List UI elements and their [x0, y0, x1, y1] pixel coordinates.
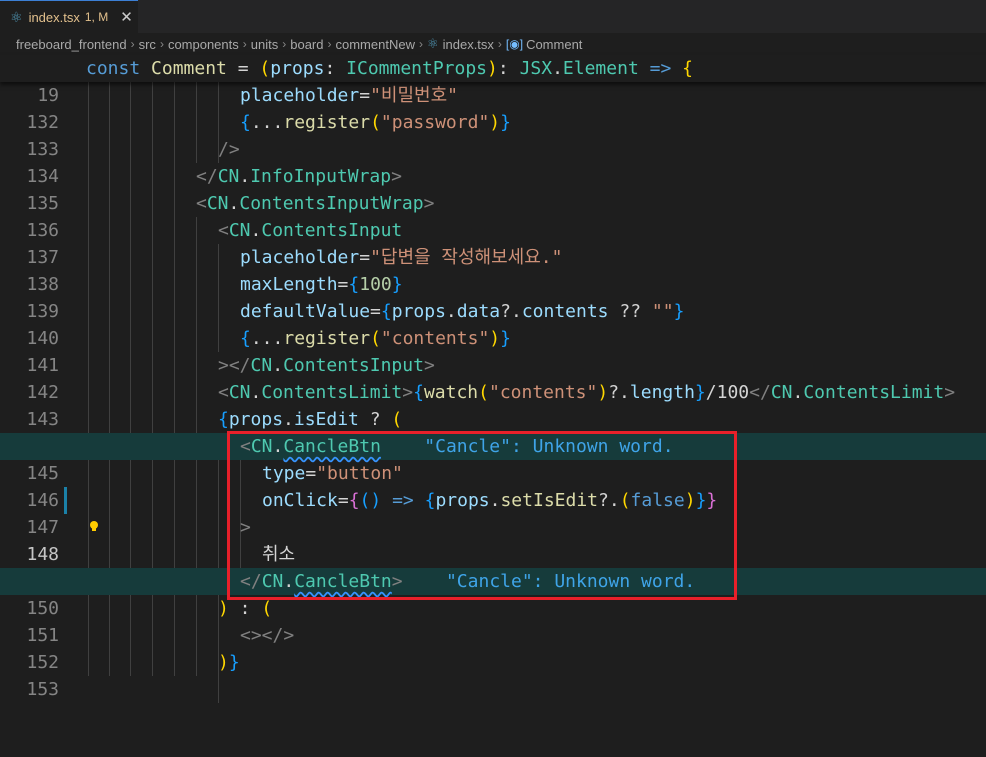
code-text: <></> [240, 625, 295, 646]
chevron-right-icon: › [497, 37, 502, 51]
code-line[interactable]: 138 placeholder="답변을 작성해보세요." [0, 244, 986, 295]
breadcrumb-item[interactable]: units [251, 37, 278, 52]
code-text: const Comment = (props: ICommentProps): … [86, 58, 693, 79]
chevron-right-icon: › [242, 37, 247, 51]
breadcrumb-item[interactable]: commentNew [335, 37, 414, 52]
chevron-right-icon: › [418, 37, 423, 51]
code-text: /> [218, 139, 240, 160]
tab-status: 1, M [84, 10, 109, 24]
code-line[interactable]: 137 <CN.ContentsInput [0, 217, 986, 268]
react-icon: ⚛ [10, 8, 23, 25]
chevron-right-icon: › [130, 37, 135, 51]
line-number: 19 [37, 85, 59, 106]
code-line[interactable]: 141 {...register("contents")} [0, 325, 986, 376]
code-line[interactable]: 152 <></> [0, 622, 986, 673]
sticky-scroll-line[interactable]: 19 const Comment = (props: ICommentProps… [0, 55, 986, 106]
code-text: <CN.ContentsInput [218, 220, 403, 241]
code-text: )} [218, 652, 240, 673]
code-line[interactable]: 140 defaultValue={props.data?.contents ?… [0, 298, 986, 349]
code-text: ></CN.ContentsInput> [218, 355, 435, 376]
code-line[interactable]: 135 </CN.InfoInputWrap> [0, 163, 986, 214]
code-line[interactable]: 153 )} [0, 649, 986, 700]
highlight-box [227, 431, 737, 600]
breadcrumb-item[interactable]: Comment [526, 37, 582, 52]
tab-index-tsx[interactable]: ⚛ index.tsx 1, M ✕ [0, 0, 138, 33]
code-line[interactable]: 132 placeholder="비밀번호" [0, 82, 986, 133]
code-line[interactable]: 144 {props.isEdit ? ( [0, 406, 986, 457]
code-text: {...register("contents")} [240, 328, 511, 349]
chevron-right-icon: › [327, 37, 332, 51]
code-text: {...register("password")} [240, 112, 511, 133]
tab-filename: index.tsx [28, 9, 80, 25]
code-line[interactable]: 136 <CN.ContentsInputWrap> [0, 190, 986, 241]
code-text: maxLength={100} [240, 274, 403, 295]
close-icon[interactable]: ✕ [120, 8, 133, 26]
breadcrumb-item[interactable]: index.tsx [443, 37, 494, 52]
code-line[interactable]: 134 /> [0, 136, 986, 187]
code-text: defaultValue={props.data?.contents ?? ""… [240, 301, 685, 322]
code-text: {props.isEdit ? ( [218, 409, 403, 430]
code-text: <CN.ContentsInputWrap> [196, 193, 435, 214]
code-text: <CN.ContentsLimit>{watch("contents")?.le… [218, 382, 956, 403]
line-number: 153 [26, 679, 59, 700]
breadcrumb-item[interactable]: board [290, 37, 323, 52]
breadcrumb-item[interactable]: freeboard_frontend [16, 37, 127, 52]
code-line[interactable]: 139 maxLength={100} [0, 271, 986, 322]
code-text: </CN.InfoInputWrap> [196, 166, 402, 187]
code-text: placeholder="답변을 작성해보세요." [240, 247, 563, 268]
tab-bar: ⚛ index.tsx 1, M ✕ [0, 0, 986, 33]
code-line[interactable]: 143 <CN.ContentsLimit>{watch("contents")… [0, 379, 986, 430]
breadcrumb-item[interactable]: components [168, 37, 239, 52]
breadcrumb-item[interactable]: src [139, 37, 156, 52]
code-line[interactable]: 142 ></CN.ContentsInput> [0, 352, 986, 403]
code-line[interactable]: 133 {...register("password")} [0, 109, 986, 160]
code-text: placeholder="비밀번호" [240, 85, 458, 106]
chevron-right-icon: › [159, 37, 164, 51]
breadcrumb: freeboard_frontend › src › components › uni… [0, 33, 986, 55]
chevron-right-icon: › [282, 37, 287, 51]
react-icon: ⚛ [426, 36, 439, 51]
symbol-variable-icon: [◉] [505, 37, 524, 51]
